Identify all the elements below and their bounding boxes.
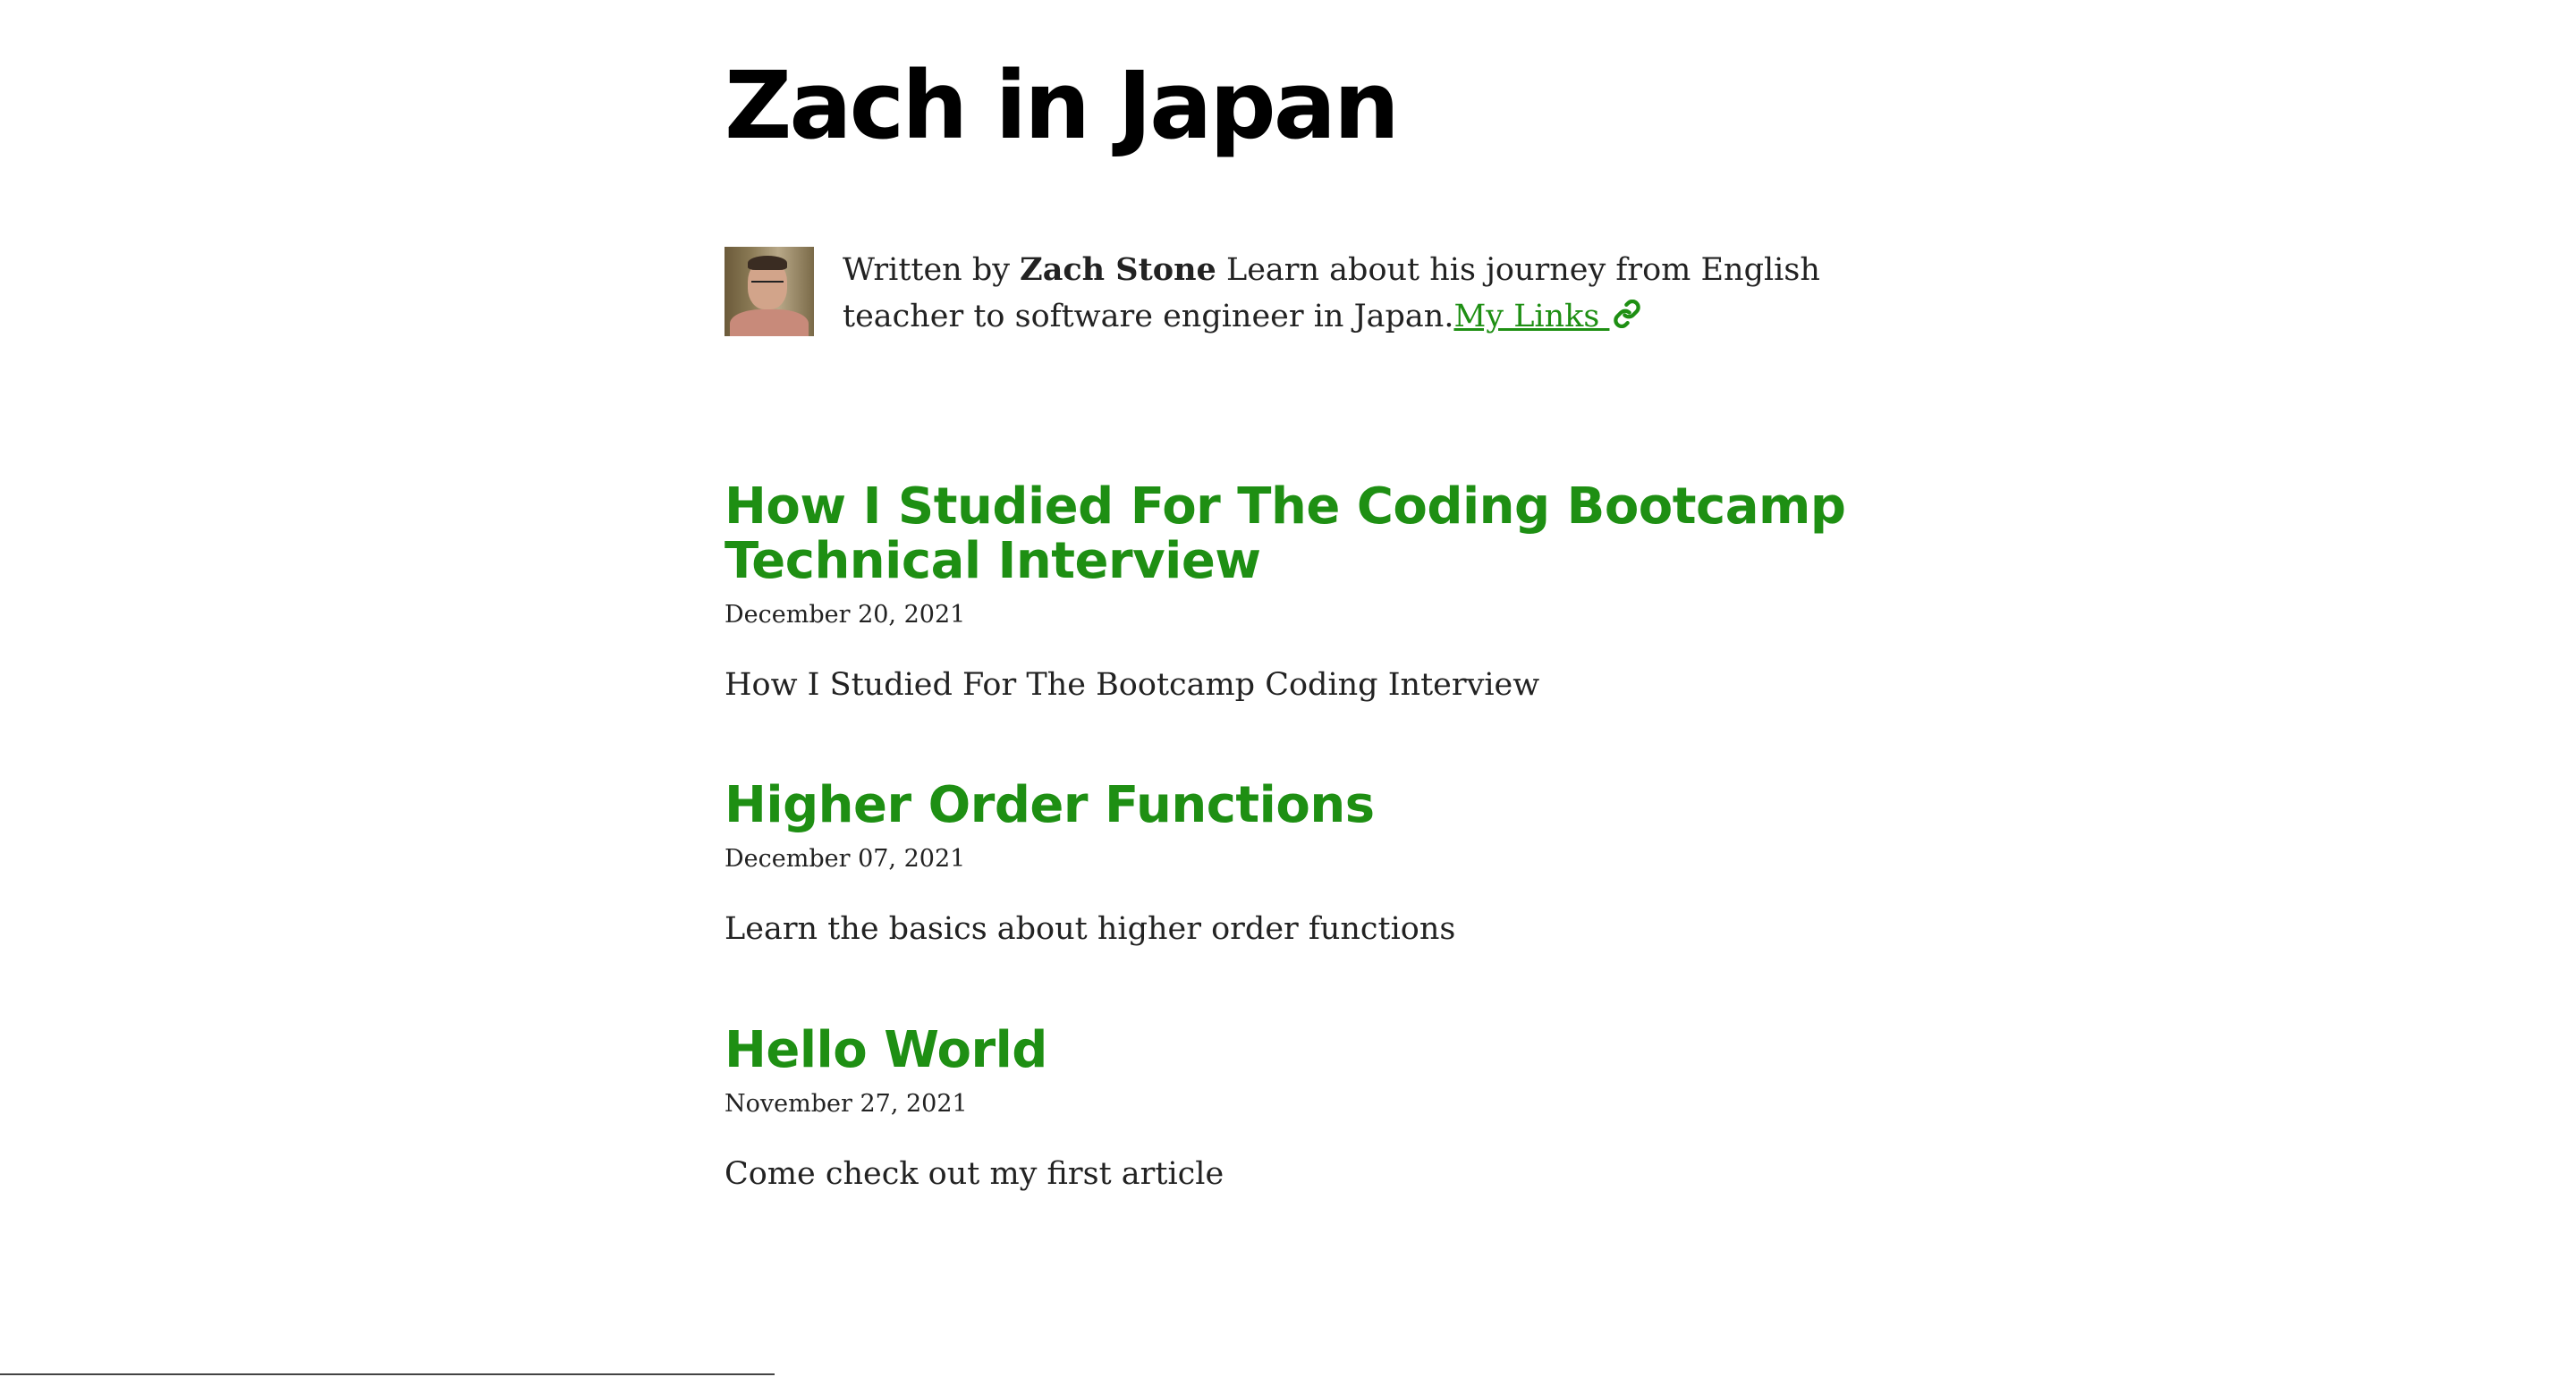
bio-text: Written by Zach Stone Learn about his jo… [843, 247, 1887, 342]
post-title-link[interactable]: How I Studied For The Coding Bootcamp Te… [724, 479, 1887, 588]
post-date: December 20, 2021 [724, 601, 966, 629]
bio-author-name: Zach Stone [1020, 251, 1216, 288]
author-bio: Written by Zach Stone Learn about his jo… [724, 247, 1887, 342]
my-links-label: My Links [1453, 299, 1610, 334]
post-description: How I Studied For The Bootcamp Coding In… [724, 667, 1540, 703]
post-date: December 07, 2021 [724, 845, 966, 873]
post-title-link[interactable]: Higher Order Functions [724, 778, 1887, 832]
site-title[interactable]: Zach in Japan [724, 59, 1400, 152]
post-item: How I Studied For The Coding Bootcamp Te… [724, 479, 1887, 706]
my-links-link[interactable]: My Links [1453, 299, 1641, 334]
post-date: November 27, 2021 [724, 1090, 968, 1118]
link-icon [1613, 295, 1641, 342]
post-item: Higher Order Functions December 07, 2021… [724, 778, 1887, 950]
author-avatar [724, 247, 814, 336]
post-item: Hello World November 27, 2021 Come check… [724, 1023, 1887, 1195]
footer-divider [0, 1373, 775, 1375]
post-description: Come check out my first article [724, 1156, 1224, 1192]
bio-written-by: Written by [843, 252, 1021, 288]
post-title-link[interactable]: Hello World [724, 1023, 1887, 1077]
post-description: Learn the basics about higher order func… [724, 911, 1456, 947]
